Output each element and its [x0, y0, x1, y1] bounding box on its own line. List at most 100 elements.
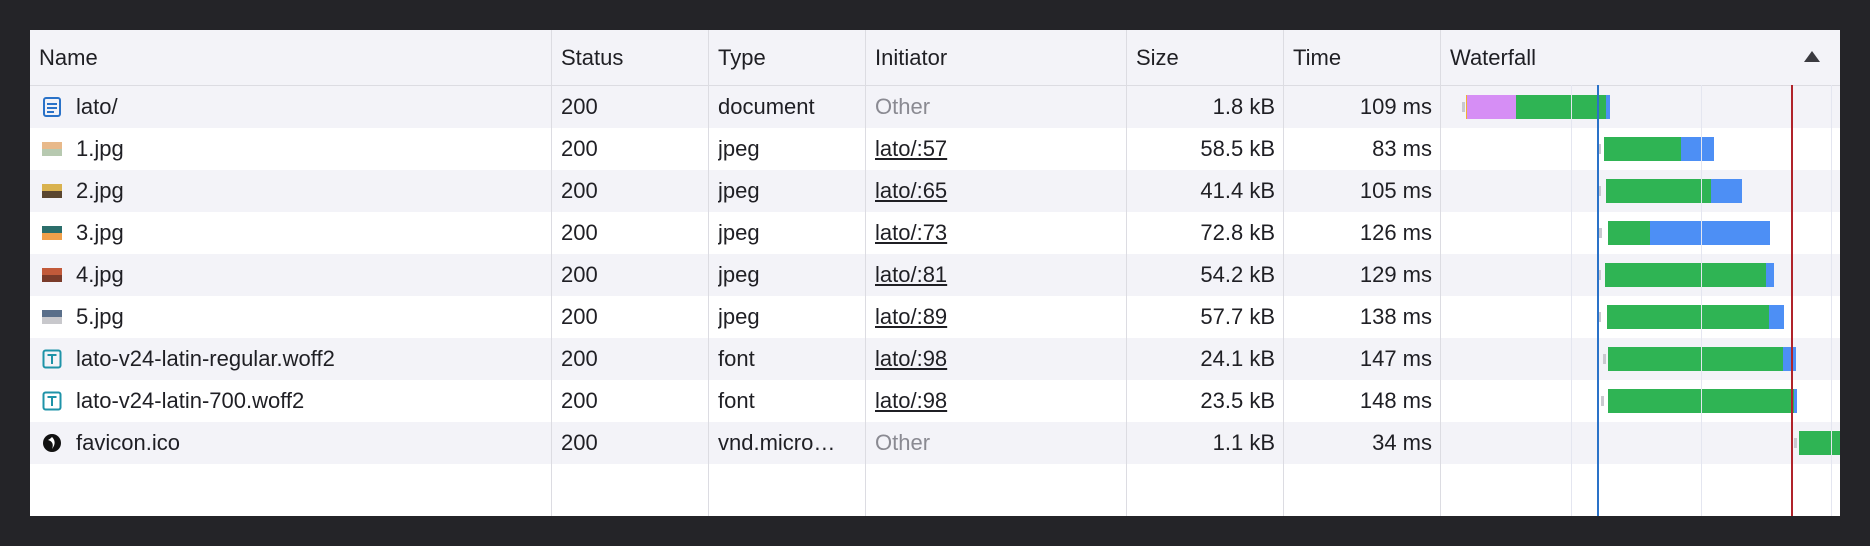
waterfall-bar-download[interactable]: [1607, 305, 1769, 329]
image-thumbnail-icon: [42, 265, 62, 285]
transfer-size: 23.5 kB: [1200, 388, 1275, 413]
column-header-status[interactable]: Status: [552, 30, 709, 85]
resource-type: jpeg: [718, 262, 760, 287]
column-header-initiator[interactable]: Initiator: [866, 30, 1127, 85]
waterfall-bar-download[interactable]: [1516, 95, 1606, 119]
document-icon: [42, 97, 62, 117]
waterfall-queue-tick: [1462, 102, 1465, 112]
initiator-link[interactable]: lato/:65: [875, 170, 1120, 212]
waterfall-queue-tick: [1603, 354, 1606, 364]
request-time: 105 ms: [1359, 178, 1432, 203]
request-time: 138 ms: [1359, 304, 1432, 329]
initiator-link[interactable]: lato/:98: [875, 338, 1120, 380]
waterfall-grid-line: [1571, 85, 1572, 516]
request-name: 3.jpg: [76, 220, 124, 245]
request-time: 109 ms: [1359, 94, 1432, 119]
status-code: 200: [561, 136, 598, 161]
request-time: 129 ms: [1359, 262, 1432, 287]
image-thumbnail-icon: [42, 181, 62, 201]
request-time: 34 ms: [1372, 430, 1432, 455]
column-divider[interactable]: [708, 30, 709, 516]
waterfall-bar-content[interactable]: [1650, 221, 1770, 245]
transfer-size: 1.1 kB: [1212, 430, 1275, 455]
request-time: 126 ms: [1359, 220, 1432, 245]
transfer-size: 24.1 kB: [1200, 346, 1275, 371]
network-request-table: Name Status Type Initiator Size Time Wat…: [30, 30, 1840, 516]
initiator-link[interactable]: lato/:81: [875, 254, 1120, 296]
initiator-link[interactable]: lato/:89: [875, 296, 1120, 338]
font-file-icon: [42, 349, 62, 369]
resource-type: font: [718, 388, 755, 413]
request-name: lato/: [76, 94, 118, 119]
waterfall-bar-content[interactable]: [1711, 179, 1742, 203]
column-header-type[interactable]: Type: [709, 30, 866, 85]
waterfall-bar-content[interactable]: [1794, 389, 1797, 413]
waterfall-queue-tick: [1794, 438, 1797, 448]
column-divider[interactable]: [1440, 30, 1441, 516]
resource-type: font: [718, 346, 755, 371]
resource-type: jpeg: [718, 220, 760, 245]
transfer-size: 54.2 kB: [1200, 262, 1275, 287]
waterfall-grid-line: [1701, 85, 1702, 516]
waterfall-bar-download[interactable]: [1605, 263, 1766, 287]
request-name: 4.jpg: [76, 262, 124, 287]
initiator-link[interactable]: lato/:73: [875, 212, 1120, 254]
request-time: 83 ms: [1372, 136, 1432, 161]
request-name: lato-v24-latin-700.woff2: [76, 388, 305, 413]
table-row[interactable]: 1.jpg 200 jpeg lato/:57 58.5 kB 83 ms: [30, 128, 1840, 170]
waterfall-queue-tick: [1601, 396, 1604, 406]
column-divider[interactable]: [1126, 30, 1127, 516]
request-name: lato-v24-latin-regular.woff2: [76, 346, 335, 371]
table-row[interactable]: lato/200 document Other 1.8 kB 109 ms: [30, 86, 1840, 128]
status-code: 200: [561, 94, 598, 119]
table-row[interactable]: 5.jpg 200 jpeg lato/:89 57.7 kB 138 ms: [30, 296, 1840, 338]
initiator-link[interactable]: lato/:98: [875, 380, 1120, 422]
resource-type: vnd.micro…: [718, 430, 836, 455]
status-code: 200: [561, 304, 598, 329]
request-name: 2.jpg: [76, 178, 124, 203]
request-name: favicon.ico: [76, 430, 180, 455]
image-thumbnail-icon: [42, 139, 62, 159]
table-row[interactable]: 2.jpg 200 jpeg lato/:65 41.4 kB 105 ms: [30, 170, 1840, 212]
load-event-marker: [1791, 85, 1793, 516]
column-header-time[interactable]: Time: [1284, 30, 1441, 85]
table-row[interactable]: favicon.ico 200 vnd.micro… Other 1.1 kB 34 ms: [30, 422, 1840, 464]
column-divider[interactable]: [865, 30, 866, 516]
status-code: 200: [561, 346, 598, 371]
initiator-text: Other: [875, 430, 931, 455]
waterfall-bar-download[interactable]: [1604, 137, 1681, 161]
table-row[interactable]: 3.jpg 200 jpeg lato/:73 72.8 kB 126 ms: [30, 212, 1840, 254]
column-header-waterfall[interactable]: Waterfall: [1441, 30, 1840, 85]
resource-type: jpeg: [718, 304, 760, 329]
waterfall-bar-content[interactable]: [1769, 305, 1784, 329]
transfer-size: 72.8 kB: [1200, 220, 1275, 245]
column-divider[interactable]: [551, 30, 552, 516]
status-code: 200: [561, 430, 598, 455]
waterfall-bar-waiting[interactable]: [1467, 95, 1516, 119]
column-header-name[interactable]: Name: [30, 30, 552, 85]
table-header: Name Status Type Initiator Size Time Wat…: [30, 30, 1840, 86]
table-row[interactable]: 4.jpg 200 jpeg lato/:81 54.2 kB 129 ms: [30, 254, 1840, 296]
waterfall-bar-content[interactable]: [1681, 137, 1714, 161]
font-file-icon: [42, 391, 62, 411]
waterfall-bar-content[interactable]: [1606, 95, 1610, 119]
initiator-text: Other: [875, 94, 931, 119]
waterfall-bar-download[interactable]: [1606, 179, 1711, 203]
sort-ascending-icon[interactable]: [1804, 51, 1820, 62]
request-time: 147 ms: [1359, 346, 1432, 371]
waterfall-bar-download[interactable]: [1608, 221, 1650, 245]
transfer-size: 1.8 kB: [1212, 94, 1275, 119]
waterfall-grid-line: [1831, 85, 1832, 516]
transfer-size: 57.7 kB: [1200, 304, 1275, 329]
status-code: 200: [561, 262, 598, 287]
table-row[interactable]: lato-v24-latin-regular.woff2 200 font lato/…: [30, 338, 1840, 380]
waterfall-bar-download[interactable]: [1799, 431, 1840, 455]
initiator-link[interactable]: lato/:57: [875, 128, 1120, 170]
image-thumbnail-icon: [42, 223, 62, 243]
column-header-size[interactable]: Size: [1127, 30, 1284, 85]
waterfall-bar-content[interactable]: [1766, 263, 1774, 287]
waterfall-bar-download[interactable]: [1608, 347, 1783, 371]
waterfall-bar-content[interactable]: [1783, 347, 1796, 371]
column-divider[interactable]: [1283, 30, 1284, 516]
table-row[interactable]: lato-v24-latin-700.woff2 200 font lato/:98 2…: [30, 380, 1840, 422]
